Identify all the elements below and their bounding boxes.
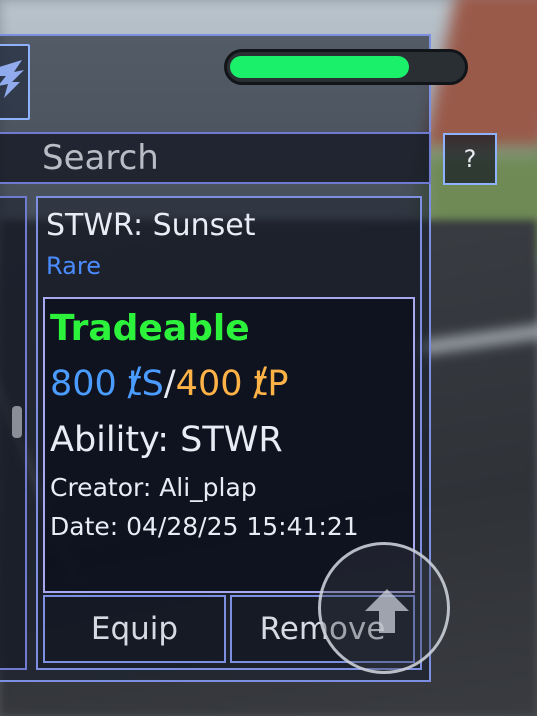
help-button[interactable]: ? <box>443 133 497 185</box>
game-scene: Search ? STWR: Sunset Rare Tradeable 800… <box>0 0 537 716</box>
item-name: STWR: Sunset <box>46 208 256 243</box>
jump-button[interactable] <box>318 542 450 674</box>
equip-button[interactable]: Equip <box>43 595 226 663</box>
scrollbar-handle[interactable] <box>12 406 22 438</box>
logo-button[interactable] <box>0 44 30 120</box>
up-arrow-icon <box>365 589 409 633</box>
item-creator: Creator: Ali_plap <box>50 473 257 502</box>
price-p: 400 ⱦP <box>175 364 289 404</box>
price-s: 800 ⱦS <box>50 364 164 404</box>
progress-bar <box>224 49 468 85</box>
price-separator: / <box>163 364 176 404</box>
progress-fill <box>230 56 409 78</box>
search-input[interactable]: Search <box>42 136 159 180</box>
price-line: 800 ⱦS/400 ⱦP <box>50 364 288 404</box>
wing-emblem-icon <box>0 60 24 98</box>
item-date: Date: 04/28/25 15:41:21 <box>50 512 359 541</box>
item-rarity: Rare <box>46 252 101 280</box>
item-ability: Ability: STWR <box>50 420 283 460</box>
tradeable-status: Tradeable <box>50 308 250 349</box>
